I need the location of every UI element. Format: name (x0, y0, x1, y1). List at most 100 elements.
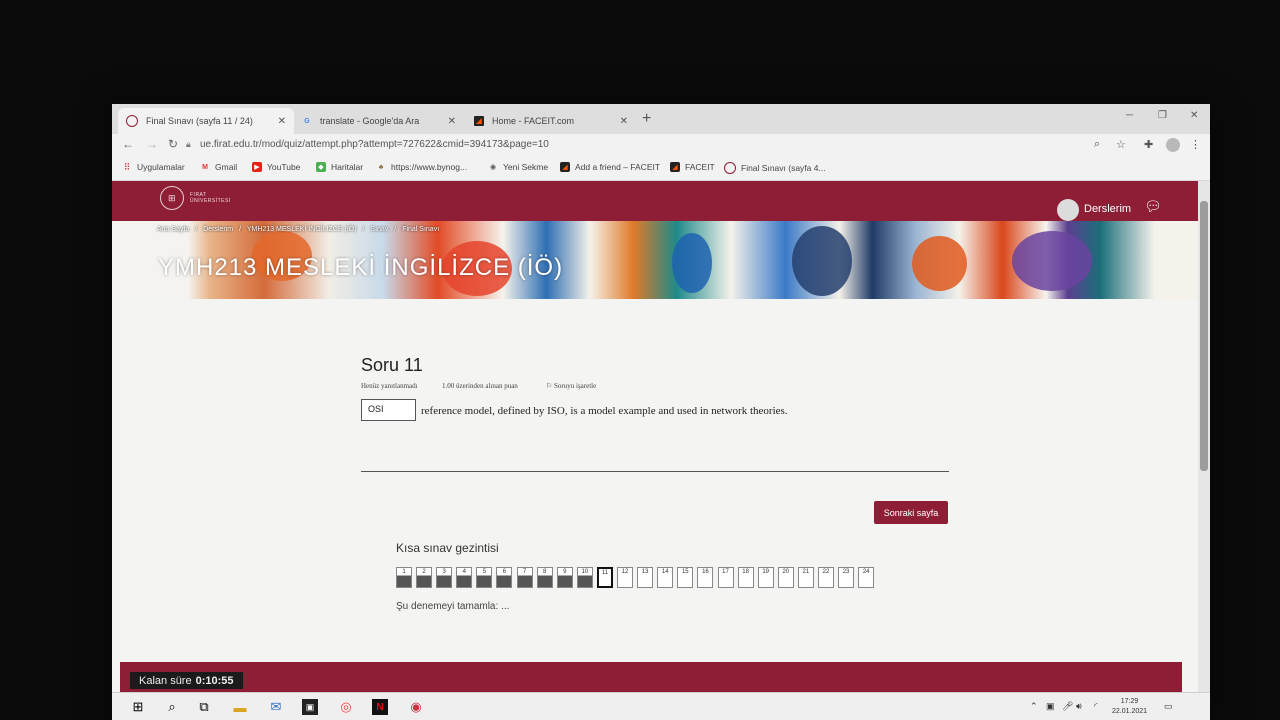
quiz-nav-button[interactable]: 7 (516, 567, 533, 588)
bookmark-maps[interactable]: ◆ Haritalar (316, 162, 363, 172)
close-tab-icon[interactable]: ✕ (278, 116, 286, 127)
quiz-nav-button[interactable]: 6 (496, 567, 513, 588)
notifications-icon[interactable]: ▭ (1164, 701, 1173, 712)
menu-dots-icon[interactable]: ⋮ (1190, 138, 1201, 151)
quiz-nav-button[interactable]: 20 (777, 567, 794, 588)
terminal-icon[interactable]: ▣ (302, 699, 318, 715)
page-footer (120, 662, 1182, 692)
tray-chevron-icon[interactable]: ⌃ (1030, 701, 1038, 712)
tab-final-sinavi[interactable]: Final Sınavı (sayfa 11 / 24) ✕ (118, 108, 294, 134)
quiz-nav-button[interactable]: 23 (838, 567, 855, 588)
scrollbar[interactable] (1198, 181, 1210, 692)
bookmark-new-tab[interactable]: ◉ Yeni Sekme (488, 162, 548, 172)
bookmark-youtube[interactable]: ▶ YouTube (252, 162, 300, 172)
url-field[interactable]: ue.firat.edu.tr/mod/quiz/attempt.php?att… (200, 139, 549, 150)
quiz-nav-button[interactable]: 17 (717, 567, 734, 588)
quiz-nav-button[interactable]: 24 (858, 567, 875, 588)
netflix-icon[interactable]: N (372, 699, 388, 715)
breadcrumb-section[interactable]: Sınav (370, 226, 388, 233)
bookmark-star-icon[interactable]: ☆ (1116, 138, 1126, 151)
answer-input[interactable]: OSI (361, 399, 416, 421)
breadcrumb-home[interactable]: Ana Sayfa (157, 226, 189, 233)
quiz-nav-button[interactable]: 1 (396, 567, 412, 588)
quiz-nav-button[interactable]: 4 (456, 567, 473, 588)
close-tab-icon[interactable]: ✕ (448, 116, 456, 127)
seal-icon: ⊞ (160, 186, 184, 210)
reload-icon[interactable]: ↻ (168, 137, 178, 151)
bookmark-bynog[interactable]: ♣ https://www.bynog... (376, 162, 467, 172)
quiz-nav-button[interactable]: 9 (556, 567, 573, 588)
messages-icon[interactable]: 💬︎ (1144, 198, 1162, 215)
bookmark-add-friend[interactable]: ◢ Add a friend – FACEIT (560, 162, 660, 172)
bookmark-final-sinavi[interactable]: Final Sınavı (sayfa 4... (724, 162, 826, 174)
back-icon[interactable]: ← (122, 137, 134, 151)
volume-icon[interactable]: 🔊︎ (1076, 701, 1082, 712)
minimize-icon[interactable]: ─ (1126, 110, 1133, 121)
forward-icon[interactable]: → (146, 137, 158, 151)
quiz-nav-button[interactable]: 18 (737, 567, 754, 588)
wifi-icon[interactable]: ◜ (1094, 701, 1098, 712)
question-title: Soru 11 (361, 355, 423, 375)
task-view-icon[interactable]: ⧉ (196, 699, 212, 715)
bookmark-apps[interactable]: ⠿ Uygulamalar (122, 161, 185, 173)
tab-translate[interactable]: G translate - Google'da Ara ✕ (294, 108, 464, 134)
derslerim-menu[interactable]: Derslerim (1084, 203, 1131, 215)
firat-favicon-icon (126, 115, 138, 127)
maps-icon: ◆ (316, 162, 326, 172)
university-logo[interactable]: ⊞ FIRAT ÜNİVERSİTESİ (160, 186, 231, 210)
system-clock[interactable]: 17:29 22.01.2021 (1112, 697, 1147, 717)
user-avatar[interactable] (1057, 199, 1079, 221)
quiz-nav-button[interactable]: 19 (757, 567, 774, 588)
breadcrumb: Ana Sayfa / Derslerim / YMH213 MESLEKİ İ… (157, 226, 440, 233)
file-explorer-icon[interactable]: ▬ (232, 699, 248, 715)
close-tab-icon[interactable]: ✕ (620, 116, 628, 127)
quiz-nav-button[interactable]: 15 (677, 567, 694, 588)
scrollbar-thumb[interactable] (1200, 201, 1208, 471)
faceit-icon: ◢ (670, 162, 680, 172)
quiz-nav-button[interactable]: 12 (617, 567, 634, 588)
mail-icon[interactable]: ✉ (268, 699, 284, 715)
flag-question[interactable]: ⚐ Soruyu işaretle (546, 382, 596, 390)
quiz-nav-button[interactable]: 22 (817, 567, 834, 588)
quiz-nav-button[interactable]: 8 (536, 567, 553, 588)
quiz-nav-button[interactable]: 16 (697, 567, 714, 588)
quiz-nav-button[interactable]: 2 (416, 567, 433, 588)
quiz-nav-button[interactable]: 10 (576, 567, 593, 588)
next-page-button[interactable]: Sonraki sayfa (874, 501, 948, 524)
quiz-nav-button[interactable]: 21 (797, 567, 814, 588)
profile-avatar[interactable] (1166, 138, 1180, 152)
windows-start-icon[interactable]: ⊞ (130, 699, 146, 715)
quiz-nav-button[interactable]: 5 (476, 567, 493, 588)
finish-attempt-link[interactable]: Şu denemeyi tamamla: ... (396, 601, 509, 612)
search-icon[interactable]: ⌕ (164, 699, 180, 715)
youtube-icon: ▶ (252, 162, 262, 172)
quiz-nav-button[interactable]: 3 (436, 567, 453, 588)
gmail-icon: M (202, 163, 208, 171)
quiz-nav-button[interactable]: 11 (596, 567, 613, 588)
microphone-icon[interactable]: 🎤︎ (1062, 701, 1073, 712)
google-favicon-icon: G (304, 117, 310, 125)
bookmark-gmail[interactable]: M Gmail (200, 162, 237, 172)
bookmark-faceit[interactable]: ◢ FACEIT (670, 162, 715, 172)
globe-icon: ◉ (489, 164, 497, 171)
zoom-icon[interactable]: ⌕ (1094, 138, 1100, 151)
chrome-icon[interactable]: ◎ (338, 699, 354, 715)
maximize-icon[interactable]: ❐ (1158, 110, 1167, 121)
flag-icon: ⚐ (546, 382, 555, 390)
apps-grid-icon: ⠿ (123, 161, 131, 172)
course-title: YMH213 MESLEKİ İNGİLİZCE (İÖ) (158, 254, 564, 281)
close-window-icon[interactable]: ✕ (1190, 110, 1198, 121)
new-tab-icon[interactable]: + (642, 110, 651, 128)
tray-app-icon[interactable]: ▣ (1046, 701, 1055, 712)
faceit-favicon-icon: ◢ (474, 116, 484, 126)
quiz-nav-button[interactable]: 14 (657, 567, 674, 588)
extensions-icon[interactable]: ✚ (1144, 138, 1153, 151)
app-icon[interactable]: ◉ (408, 699, 424, 715)
quiz-nav-button[interactable]: 13 (637, 567, 654, 588)
breadcrumb-courses[interactable]: Derslerim (203, 226, 233, 233)
breadcrumb-course[interactable]: YMH213 MESLEKİ İNGİLİZCE (İÖ) (247, 226, 357, 233)
divider (361, 471, 949, 472)
tab-faceit[interactable]: ◢ Home - FACEIT.com ✕ (466, 108, 636, 134)
breadcrumb-quiz[interactable]: Final Sınavı (402, 226, 439, 233)
lock-icon: 🔒︎ (186, 139, 191, 149)
